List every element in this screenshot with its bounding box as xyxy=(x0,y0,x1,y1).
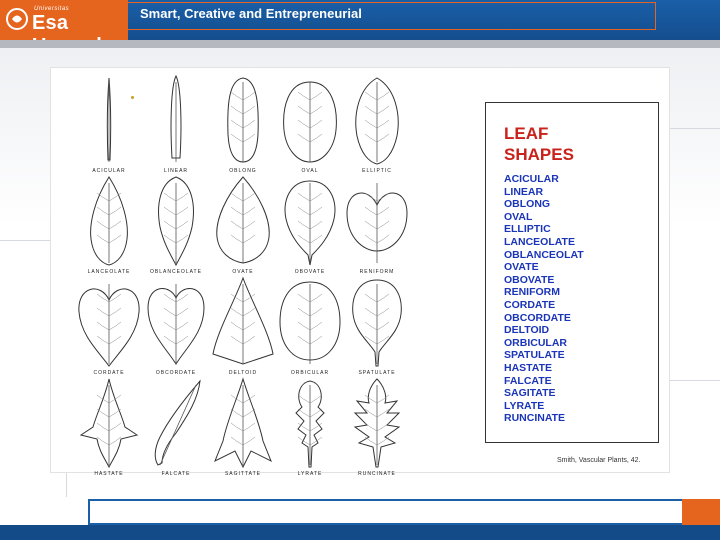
legend-item: FALCATE xyxy=(504,374,552,387)
leaf-illustration-grid: ACICULAR LINEAR OBLONG OVAL ELLIPTIC LANCEOLA… xyxy=(51,68,491,477)
footer-accent xyxy=(682,499,720,525)
leaf-oval: OVAL xyxy=(274,74,346,174)
decorative-line xyxy=(670,128,720,129)
university-logo: Universitas Esa Unggul xyxy=(0,0,128,57)
legend-item: LANCEOLATE xyxy=(504,235,575,248)
legend-item: HASTATE xyxy=(504,361,553,374)
leaf-lanceolate-icon xyxy=(90,176,128,266)
leaf-lyrate-icon xyxy=(295,380,325,468)
leaf-acicular: ACICULAR xyxy=(73,74,145,174)
leaf-spatulate: SPATULATE xyxy=(341,276,413,376)
legend-item: LINEAR xyxy=(504,185,544,198)
decorative-dot xyxy=(131,96,134,99)
leaf-obcordate-icon xyxy=(147,284,205,365)
footer-frame xyxy=(88,499,720,525)
leaf-runcinate-icon xyxy=(353,378,401,468)
university-emblem-icon xyxy=(6,8,28,30)
tagline: Smart, Creative and Entrepreneurial xyxy=(140,6,362,21)
legend-title-line: SHAPES xyxy=(504,145,574,164)
header-divider xyxy=(0,40,720,48)
leaf-oblanceolate-icon xyxy=(158,176,194,267)
legend-list: ACICULAR LINEAR OBLONG OVAL ELLIPTIC LANCEOLA… xyxy=(504,173,584,425)
leaf-linear: LINEAR xyxy=(140,74,212,174)
leaf-lanceolate: LANCEOLATE xyxy=(73,175,145,275)
footer-bar xyxy=(0,525,720,540)
leaf-acicular-icon xyxy=(106,77,112,162)
leaf-shapes-figure: ACICULAR LINEAR OBLONG OVAL ELLIPTIC LANCEOLA… xyxy=(50,67,670,477)
leaf-label: ELLIPTIC xyxy=(362,168,392,174)
leaf-obcordate: OBCORDATE xyxy=(140,276,212,376)
legend-item: OVATE xyxy=(504,261,539,274)
legend-item: ACICULAR xyxy=(504,173,559,185)
leaf-elliptic-icon xyxy=(355,77,399,165)
leaf-ovate-icon xyxy=(216,176,270,264)
leaf-spatulate-icon xyxy=(352,279,402,367)
legend-title: LEAF SHAPES xyxy=(504,123,574,165)
legend-item: OBLANCEOLAT xyxy=(504,248,584,261)
legend-item: RUNCINATE xyxy=(504,412,566,425)
leaf-orbicular: ORBICULAR xyxy=(274,276,346,376)
leaf-label: RUNCINATE xyxy=(358,471,396,477)
legend-item: RENIFORM xyxy=(504,286,560,299)
leaf-obovate: OBOVATE xyxy=(274,175,346,275)
slide-header: Universitas Esa Unggul Smart, Creative a… xyxy=(0,0,720,57)
leaf-label: RENIFORM xyxy=(359,269,395,275)
leaf-cordate: CORDATE xyxy=(73,276,145,376)
leaf-oblong: OBLONG xyxy=(207,74,279,174)
leaf-reniform-icon xyxy=(346,183,408,263)
leaf-label: SPATULATE xyxy=(358,370,396,376)
leaf-sagittate-icon xyxy=(214,377,272,469)
legend-item: LYRATE xyxy=(504,399,545,412)
leaf-elliptic: ELLIPTIC xyxy=(341,74,413,174)
legend-item: CORDATE xyxy=(504,298,556,311)
legend-item: SAGITATE xyxy=(504,387,556,400)
legend-item: DELTOID xyxy=(504,324,550,337)
decorative-line xyxy=(0,240,50,241)
leaf-orbicular-icon xyxy=(279,281,341,364)
legend-item: ORBICULAR xyxy=(504,336,567,349)
legend-title-line: LEAF xyxy=(504,124,549,143)
leaf-linear-icon xyxy=(170,74,182,162)
leaf-runcinate: RUNCINATE xyxy=(341,377,413,477)
legend-item: OVAL xyxy=(504,210,533,223)
leaf-hastate-icon xyxy=(79,378,139,469)
legend-item: OBLONG xyxy=(504,198,551,211)
leaf-reniform: RENIFORM xyxy=(341,175,413,275)
leaf-oblong-icon xyxy=(227,77,259,163)
leaf-ovate: OVATE xyxy=(207,175,279,275)
figure-credit: Smith, Vascular Plants, 42. xyxy=(557,457,641,464)
leaf-falcate-icon xyxy=(154,379,201,466)
leaf-hastate: HASTATE xyxy=(73,377,145,477)
legend-item: OBOVATE xyxy=(504,273,555,286)
leaf-oblanceolate: OBLANCEOLATE xyxy=(140,175,212,275)
leaf-lyrate: LYRATE xyxy=(274,377,346,477)
leaf-falcate: FALCATE xyxy=(140,377,212,477)
leaf-oval-icon xyxy=(283,81,337,163)
leaf-deltoid: DELTOID xyxy=(207,276,279,376)
legend-item: OBCORDATE xyxy=(504,311,571,324)
decorative-line xyxy=(670,380,720,381)
legend-item: SPATULATE xyxy=(504,349,565,362)
leaf-cordate-icon xyxy=(78,284,140,367)
leaf-sagittate: SAGITTATE xyxy=(207,377,279,477)
leaf-obovate-icon xyxy=(284,180,336,266)
legend-item: ELLIPTIC xyxy=(504,223,551,236)
leaf-shapes-legend: LEAF SHAPES ACICULAR LINEAR OBLONG OVAL ELLI… xyxy=(485,102,659,443)
leaf-deltoid-icon xyxy=(212,276,274,365)
